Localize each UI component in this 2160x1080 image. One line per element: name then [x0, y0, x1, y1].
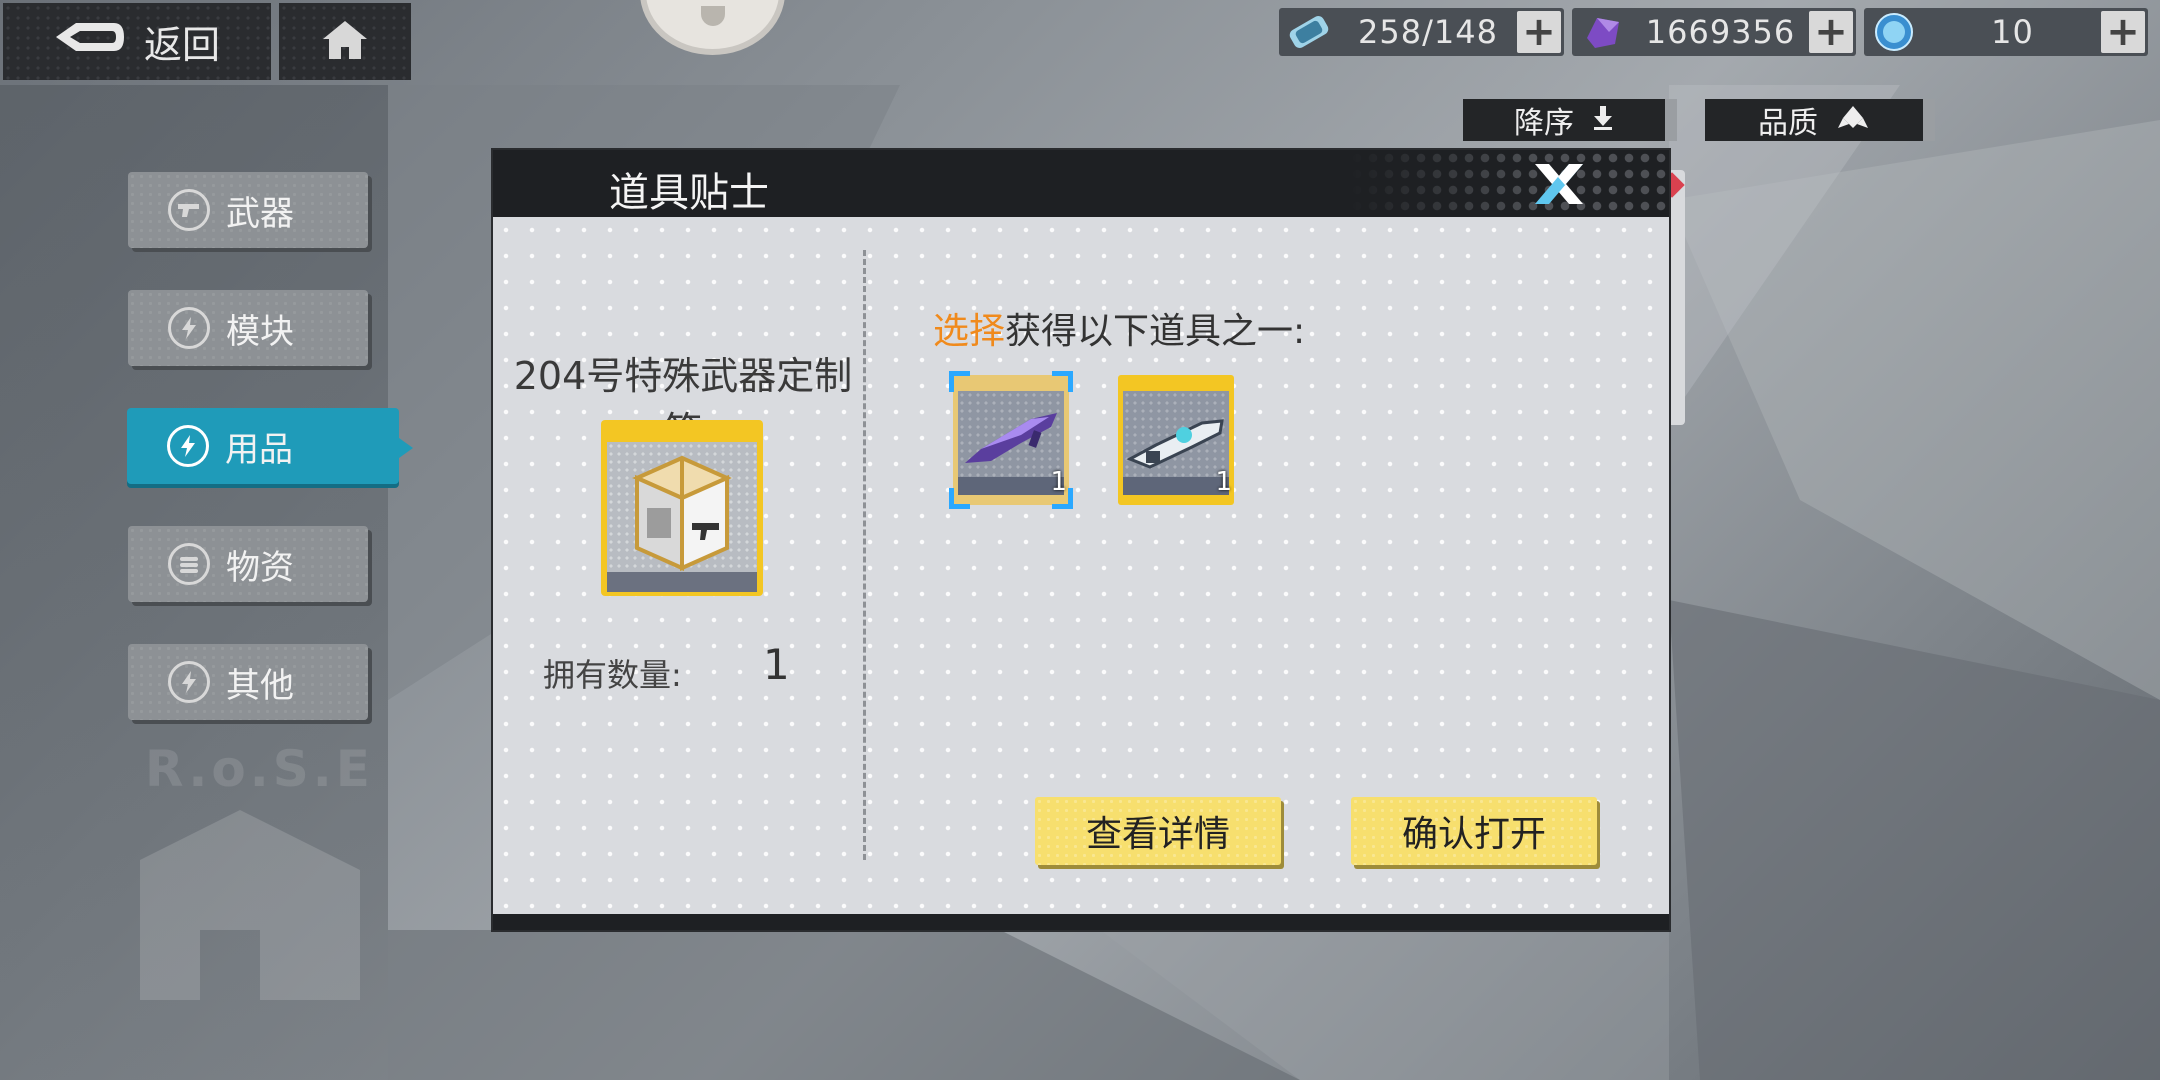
- quality-icon: [1836, 103, 1870, 138]
- dialog-divider: [863, 250, 866, 860]
- choose-highlight: 选择: [933, 311, 1006, 352]
- confirm-open-button[interactable]: 确认打开: [1351, 797, 1597, 865]
- add-energy-button[interactable]: +: [1517, 9, 1561, 55]
- resource-energy: 258/148 +: [1279, 8, 1564, 56]
- add-crystal-button[interactable]: +: [1809, 9, 1853, 55]
- home-icon: [321, 19, 369, 65]
- purple-crystal-icon: [1572, 8, 1632, 56]
- back-label: 返回: [143, 23, 220, 67]
- close-button[interactable]: [1529, 160, 1589, 208]
- reward-item-white-weapon[interactable]: 1: [1118, 375, 1234, 505]
- selection-corner: [949, 371, 970, 392]
- sort-order-button[interactable]: 降序: [1463, 99, 1677, 141]
- supply-icon: [168, 543, 210, 585]
- emblem-watermark-icon: [140, 810, 360, 1000]
- back-button[interactable]: 返回: [3, 3, 271, 80]
- bolt-icon: [168, 307, 210, 349]
- selection-corner: [1052, 488, 1073, 509]
- arrow-down-icon: [1592, 103, 1614, 138]
- choose-prompt: 选择获得以下道具之一:: [933, 302, 1305, 354]
- category-materials[interactable]: 物资: [128, 526, 368, 602]
- blue-orb-icon: [1864, 8, 1924, 56]
- own-count-label: 拥有数量:: [543, 656, 682, 694]
- box-card[interactable]: [601, 420, 763, 596]
- bolt-icon: [167, 425, 209, 467]
- category-label: 物资: [226, 547, 294, 588]
- orb-value: 10: [1991, 13, 2034, 51]
- energy-value: 258/148: [1358, 13, 1498, 51]
- header-pattern: [1349, 150, 1669, 217]
- crystal-value: 1669356: [1645, 13, 1796, 51]
- category-weapons[interactable]: 武器: [128, 172, 368, 248]
- item-quantity: 1: [1215, 467, 1232, 497]
- reward-item-purple-weapon[interactable]: 1: [949, 371, 1073, 509]
- category-modules[interactable]: 模块: [128, 290, 368, 366]
- category-label: 用品: [225, 429, 293, 470]
- selection-corner: [1052, 371, 1073, 392]
- category-supplies[interactable]: 用品: [127, 408, 413, 484]
- view-details-button[interactable]: 查看详情: [1035, 797, 1281, 865]
- category-label: 其他: [226, 665, 294, 706]
- white-weapon-icon: [1126, 419, 1224, 469]
- item-tips-dialog: 道具贴士 204号特殊武器定制箱: [493, 150, 1669, 930]
- own-count-value: 1: [763, 640, 790, 689]
- dialog-footer: [493, 914, 1669, 930]
- item-band: [1123, 477, 1229, 495]
- choose-rest: 获得以下道具之一:: [1005, 311, 1306, 352]
- resource-orb: 10 +: [1864, 8, 2148, 56]
- sort-quality-button[interactable]: 品质: [1705, 99, 1935, 141]
- dialog-body: 204号特殊武器定制箱 拥有数量: 1 选择获得以下道具之一:: [493, 217, 1669, 914]
- purple-weapon-icon: [965, 413, 1057, 463]
- energy-canister-icon: [1279, 8, 1339, 56]
- category-label: 武器: [226, 193, 294, 234]
- category-others[interactable]: 其他: [128, 644, 368, 720]
- bolt-icon: [168, 661, 210, 703]
- dialog-title: 道具贴士: [609, 170, 769, 216]
- weapon-crate-icon: [632, 455, 732, 572]
- rose-watermark: R.o.S.E: [145, 740, 374, 798]
- selection-corner: [949, 488, 970, 509]
- sort-quality-label: 品质: [1758, 106, 1818, 141]
- resource-crystal: 1669356 +: [1572, 8, 1856, 56]
- item-band: [958, 477, 1064, 495]
- sort-order-label: 降序: [1514, 106, 1574, 141]
- add-orb-button[interactable]: +: [2101, 9, 2145, 55]
- back-arrow-icon: [54, 19, 126, 64]
- dialog-header: 道具贴士: [493, 150, 1669, 217]
- close-icon: [1529, 164, 1589, 212]
- home-button[interactable]: [279, 3, 411, 80]
- gun-icon: [168, 189, 210, 231]
- bear-face-icon: [701, 6, 725, 26]
- right-scroll-panel: [1669, 170, 1685, 425]
- category-label: 模块: [226, 311, 294, 352]
